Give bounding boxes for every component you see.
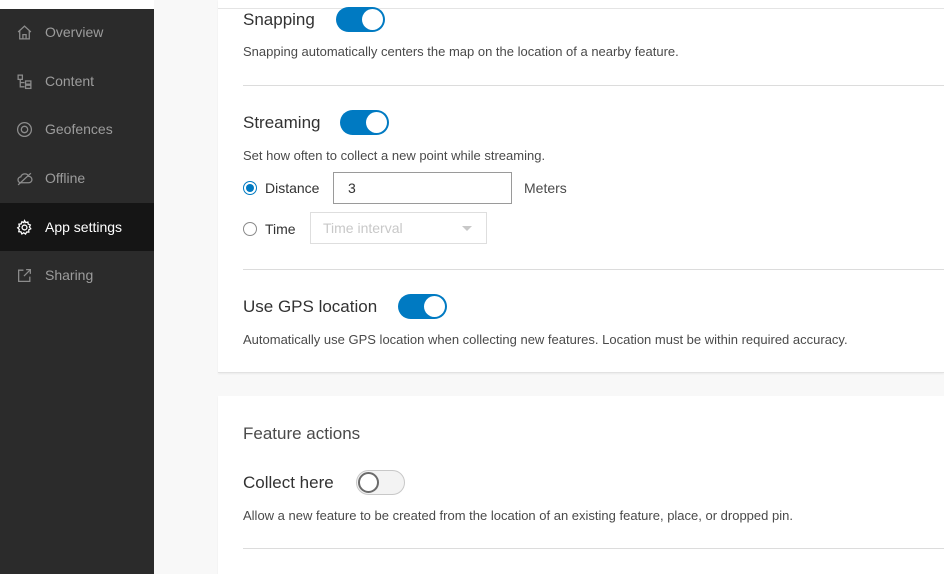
collect-here-label: Collect here xyxy=(243,473,334,492)
gear-icon xyxy=(16,218,33,236)
distance-unit: Meters xyxy=(524,180,567,196)
sidebar-item-label: Sharing xyxy=(45,267,94,283)
offline-cloud-icon xyxy=(16,170,33,187)
card-top-border xyxy=(218,8,944,9)
streaming-label: Streaming xyxy=(243,113,321,132)
streaming-description: Set how often to collect a new point whi… xyxy=(243,148,546,163)
sidebar-item-app-settings[interactable]: App settings xyxy=(0,203,154,251)
time-label: Time xyxy=(265,221,296,237)
collect-here-toggle[interactable] xyxy=(356,470,405,495)
sidebar-item-label: Offline xyxy=(45,170,86,186)
sidebar-item-label: Overview xyxy=(45,24,104,40)
gps-description: Automatically use GPS location when coll… xyxy=(243,332,848,347)
home-icon xyxy=(16,24,33,41)
sidebar-item-overview[interactable]: Overview xyxy=(0,8,154,56)
sidebar-item-label: Geofences xyxy=(45,121,113,137)
time-radio[interactable] xyxy=(243,222,257,236)
divider xyxy=(243,85,944,86)
gps-toggle[interactable] xyxy=(398,294,447,319)
feature-actions-title: Feature actions xyxy=(243,424,361,443)
time-interval-placeholder: Time interval xyxy=(323,220,403,236)
content-tree-icon xyxy=(16,73,33,90)
divider xyxy=(243,269,944,270)
time-interval-select[interactable]: Time interval xyxy=(310,212,487,244)
streaming-toggle[interactable] xyxy=(340,110,389,135)
chevron-down-icon xyxy=(462,226,472,231)
toggle-knob xyxy=(366,112,387,133)
divider xyxy=(243,548,944,549)
sidebar-item-offline[interactable]: Offline xyxy=(0,154,154,202)
snapping-description: Snapping automatically centers the map o… xyxy=(243,44,679,59)
toggle-knob xyxy=(362,9,383,30)
geofence-icon xyxy=(16,121,33,138)
distance-label: Distance xyxy=(265,180,320,196)
gps-label: Use GPS location xyxy=(243,297,378,316)
sidebar-item-geofences[interactable]: Geofences xyxy=(0,105,154,153)
distance-input[interactable] xyxy=(333,172,512,204)
collect-here-description: Allow a new feature to be created from t… xyxy=(243,508,793,523)
toggle-knob xyxy=(358,472,379,493)
sidebar-item-label: Content xyxy=(45,73,95,89)
share-icon xyxy=(16,267,33,284)
toggle-knob xyxy=(424,296,445,317)
sidebar-nav: Overview Content Geofences Offline App s… xyxy=(0,0,154,574)
distance-radio[interactable] xyxy=(243,181,257,195)
sidebar-item-content[interactable]: Content xyxy=(0,57,154,105)
snapping-toggle[interactable] xyxy=(336,7,385,32)
sidebar-item-label: App settings xyxy=(45,219,123,235)
sidebar-item-sharing[interactable]: Sharing xyxy=(0,251,154,299)
snapping-label: Snapping xyxy=(243,10,315,29)
